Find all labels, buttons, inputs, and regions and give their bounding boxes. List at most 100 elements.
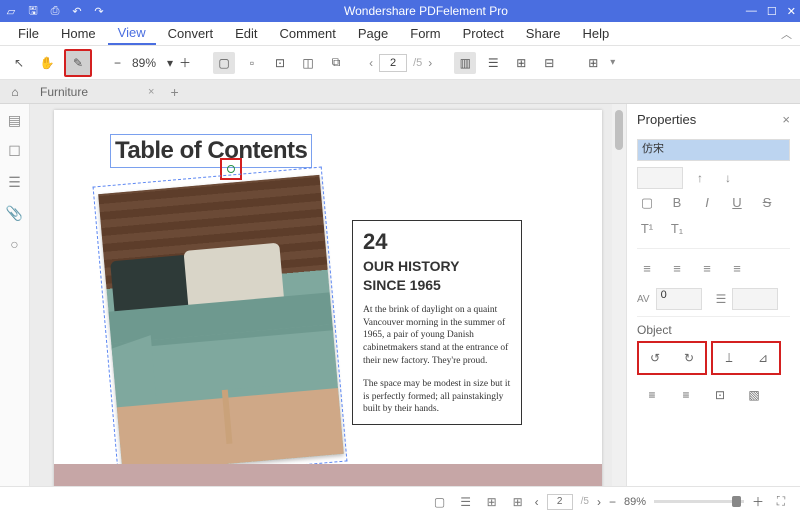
comments-icon[interactable]: ☰ <box>8 174 21 191</box>
menu-protect[interactable]: Protect <box>453 23 514 44</box>
menu-view[interactable]: View <box>108 22 156 45</box>
print-icon[interactable]: ⎙ <box>48 5 62 18</box>
vertical-scrollbar[interactable] <box>612 104 626 486</box>
view-mode-1[interactable]: ▥ <box>454 52 476 74</box>
zoom-dropdown-icon[interactable]: ▾ <box>167 56 173 70</box>
page-layout-1[interactable]: ▢ <box>213 52 235 74</box>
page-layout-4[interactable]: ◫ <box>297 52 319 74</box>
rotate-right-button[interactable]: ↻ <box>674 344 704 372</box>
align-center-button[interactable]: ≡ <box>667 261 687 276</box>
status-next-page[interactable]: › <box>597 495 601 509</box>
page-layout-5[interactable]: ⧉ <box>325 52 347 74</box>
select-tool[interactable]: ↖ <box>8 52 30 74</box>
strike-button[interactable]: S <box>757 195 777 211</box>
status-prev-page[interactable]: ‹ <box>535 495 539 509</box>
subscript-button[interactable]: T₁ <box>667 221 687 236</box>
underline-button[interactable]: U <box>727 195 747 211</box>
search-icon[interactable]: ○ <box>10 236 18 252</box>
view-dropdown-icon[interactable]: ▾ <box>610 57 615 68</box>
status-view-4[interactable]: ⊞ <box>509 495 527 509</box>
view-mode-5[interactable]: ⊞ <box>582 52 604 74</box>
paragraph-2: The space may be modest in size but it i… <box>363 378 511 416</box>
page-title[interactable]: Table of Contents <box>110 134 312 168</box>
new-tab-button[interactable]: + <box>170 84 178 100</box>
menu-comment[interactable]: Comment <box>270 23 346 44</box>
minimize-button[interactable]: — <box>746 5 757 18</box>
border-icon[interactable]: ▢ <box>637 195 657 211</box>
zoom-out-button[interactable]: − <box>114 56 121 70</box>
align-right-button[interactable]: ≡ <box>697 261 717 276</box>
zoom-slider[interactable] <box>654 500 744 503</box>
rotate-handle[interactable] <box>227 165 235 173</box>
panel-close-icon[interactable]: × <box>782 112 790 127</box>
bookmarks-icon[interactable]: ☐ <box>8 143 21 160</box>
tab-furniture[interactable]: Furniture × <box>30 82 164 102</box>
text-column[interactable]: 24 OUR HISTORY SINCE 1965 At the brink o… <box>352 220 522 425</box>
selected-image[interactable] <box>110 184 332 464</box>
collapse-ribbon-icon[interactable]: ︿ <box>781 26 792 42</box>
status-bar: ▢ ☰ ⊞ ⊞ ‹ 2 /5 › − 89% ＋ ⛶ <box>0 486 800 516</box>
align-obj-right[interactable]: ≡ <box>671 381 701 409</box>
status-zoom-in[interactable]: ＋ <box>752 493 764 510</box>
line-spacing-icon[interactable]: ☰ <box>716 292 727 306</box>
status-view-2[interactable]: ☰ <box>457 495 475 509</box>
menu-home[interactable]: Home <box>51 23 106 44</box>
italic-button[interactable]: I <box>697 195 717 211</box>
undo-icon[interactable]: ↶ <box>70 5 84 18</box>
font-select[interactable]: 仿宋 <box>637 139 790 161</box>
replace-image-button[interactable]: ▧ <box>739 381 769 409</box>
next-page-button[interactable]: › <box>428 56 432 70</box>
zoom-in-button[interactable]: ＋ <box>179 54 191 71</box>
menu-edit[interactable]: Edit <box>225 23 267 44</box>
thumbnails-icon[interactable]: ▤ <box>8 112 21 129</box>
menu-share[interactable]: Share <box>516 23 571 44</box>
prev-page-button[interactable]: ‹ <box>369 56 373 70</box>
font-size-select[interactable] <box>637 167 683 189</box>
tab-close-icon[interactable]: × <box>148 86 154 98</box>
char-spacing-input[interactable]: 0 <box>656 288 702 310</box>
nav-sidebar: ▤ ☐ ☰ 📎 ○ <box>0 104 30 486</box>
redo-icon[interactable]: ↷ <box>92 5 106 18</box>
flip-vertical-button[interactable]: ⊿ <box>748 344 778 372</box>
status-view-1[interactable]: ▢ <box>431 495 449 509</box>
zoom-value[interactable]: 89% <box>127 56 161 70</box>
menu-form[interactable]: Form <box>400 23 450 44</box>
rotate-left-button[interactable]: ↺ <box>640 344 670 372</box>
superscript-button[interactable]: T¹ <box>637 221 657 236</box>
view-mode-2[interactable]: ☰ <box>482 52 504 74</box>
align-left-button[interactable]: ≡ <box>637 261 657 276</box>
page-number: 24 <box>363 229 511 255</box>
align-obj-left[interactable]: ≡ <box>637 381 667 409</box>
menu-help[interactable]: Help <box>573 23 620 44</box>
status-zoom-out[interactable]: − <box>609 495 616 509</box>
page-input[interactable]: 2 <box>379 54 407 72</box>
page-layout-2[interactable]: ▫ <box>241 52 263 74</box>
document-canvas[interactable]: Table of Contents 24 OUR HISTORY SINCE 1… <box>30 104 612 486</box>
edit-tool[interactable]: ✎ <box>64 49 92 77</box>
menu-file[interactable]: File <box>8 23 49 44</box>
fullscreen-icon[interactable]: ⛶ <box>772 494 790 509</box>
page-layout-3[interactable]: ⊡ <box>269 52 291 74</box>
menu-page[interactable]: Page <box>348 23 398 44</box>
close-button[interactable]: ✕ <box>787 5 796 18</box>
app-logo: ▱ <box>4 5 18 18</box>
status-view-3[interactable]: ⊞ <box>483 495 501 509</box>
panel-title: Properties <box>637 112 696 127</box>
flip-horizontal-button[interactable]: ⟘ <box>714 344 744 372</box>
size-up-button[interactable]: ↑ <box>689 167 711 189</box>
view-mode-3[interactable]: ⊞ <box>510 52 532 74</box>
crop-button[interactable]: ⊡ <box>705 381 735 409</box>
save-icon[interactable]: 🖫 <box>26 2 40 21</box>
maximize-button[interactable]: ☐ <box>767 5 777 18</box>
align-justify-button[interactable]: ≡ <box>727 261 747 276</box>
status-page-input[interactable]: 2 <box>547 494 573 510</box>
home-tab-icon[interactable]: ⌂ <box>6 85 24 99</box>
size-down-button[interactable]: ↓ <box>717 167 739 189</box>
bold-button[interactable]: B <box>667 195 687 211</box>
line-spacing-input[interactable] <box>732 288 778 310</box>
paragraph-1: At the brink of daylight on a quaint Van… <box>363 304 511 368</box>
attachments-icon[interactable]: 📎 <box>6 205 23 222</box>
view-mode-4[interactable]: ⊟ <box>538 52 560 74</box>
menu-convert[interactable]: Convert <box>158 23 224 44</box>
hand-tool[interactable]: ✋ <box>36 52 58 74</box>
